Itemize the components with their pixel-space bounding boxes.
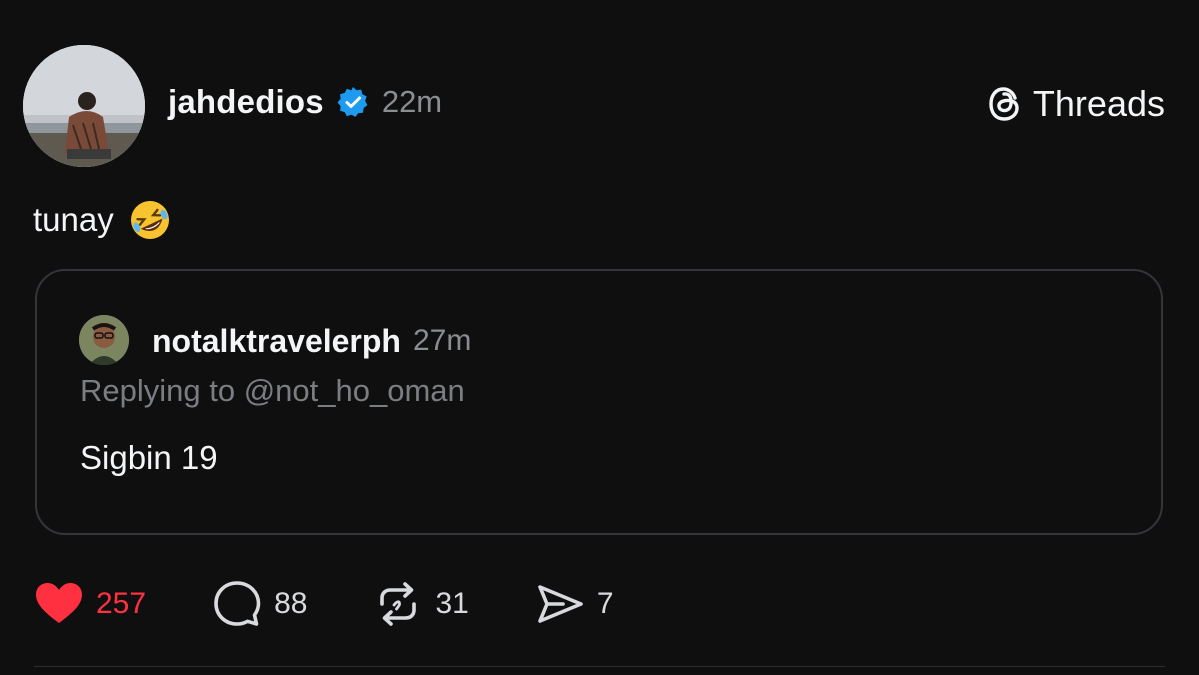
quoted-author-name[interactable]: notalktravelerph: [152, 323, 401, 360]
author-row: jahdedios 22m: [168, 80, 442, 124]
repost-arrows-icon: [373, 579, 423, 629]
verified-badge-icon: [336, 85, 370, 119]
reply-count: 88: [274, 587, 308, 620]
send-paper-plane-icon: [535, 579, 585, 629]
rolling-on-floor-laughing-emoji-icon: [128, 198, 172, 242]
quoted-post-card[interactable]: notalktravelerph 27m Replying to @not_ho…: [35, 269, 1163, 535]
share-button[interactable]: 7: [535, 579, 614, 629]
threads-logo-icon: [985, 84, 1025, 124]
comment-bubble-icon: [212, 579, 262, 629]
post-text: tunay: [33, 201, 114, 238]
author-name[interactable]: jahdedios: [168, 83, 324, 121]
threads-brand-label: Threads: [1032, 83, 1165, 124]
bottom-divider: [34, 666, 1165, 667]
post-body: tunay: [33, 196, 172, 244]
threads-brand: Threads: [985, 82, 1165, 126]
repost-count: 31: [435, 587, 469, 620]
threads-post-screenshot: jahdedios 22m Threads tunay notalktravel…: [0, 0, 1199, 675]
quoted-post-text: Sigbin 19: [80, 439, 218, 476]
quoted-author-row: notalktravelerph 27m: [152, 319, 471, 363]
like-button[interactable]: 257: [34, 579, 146, 629]
like-count: 257: [96, 587, 147, 620]
post-time: 22m: [381, 84, 443, 119]
repost-button[interactable]: 31: [373, 579, 469, 629]
reply-button[interactable]: 88: [212, 579, 307, 629]
quoted-author-avatar[interactable]: [79, 315, 129, 365]
author-avatar[interactable]: [23, 45, 145, 167]
replying-to-label: Replying to @not_ho_oman: [80, 373, 465, 408]
action-bar: 257 88 31 7: [34, 578, 614, 630]
heart-icon: [34, 579, 84, 629]
quoted-post-time: 27m: [412, 324, 472, 357]
share-count: 7: [596, 587, 614, 620]
